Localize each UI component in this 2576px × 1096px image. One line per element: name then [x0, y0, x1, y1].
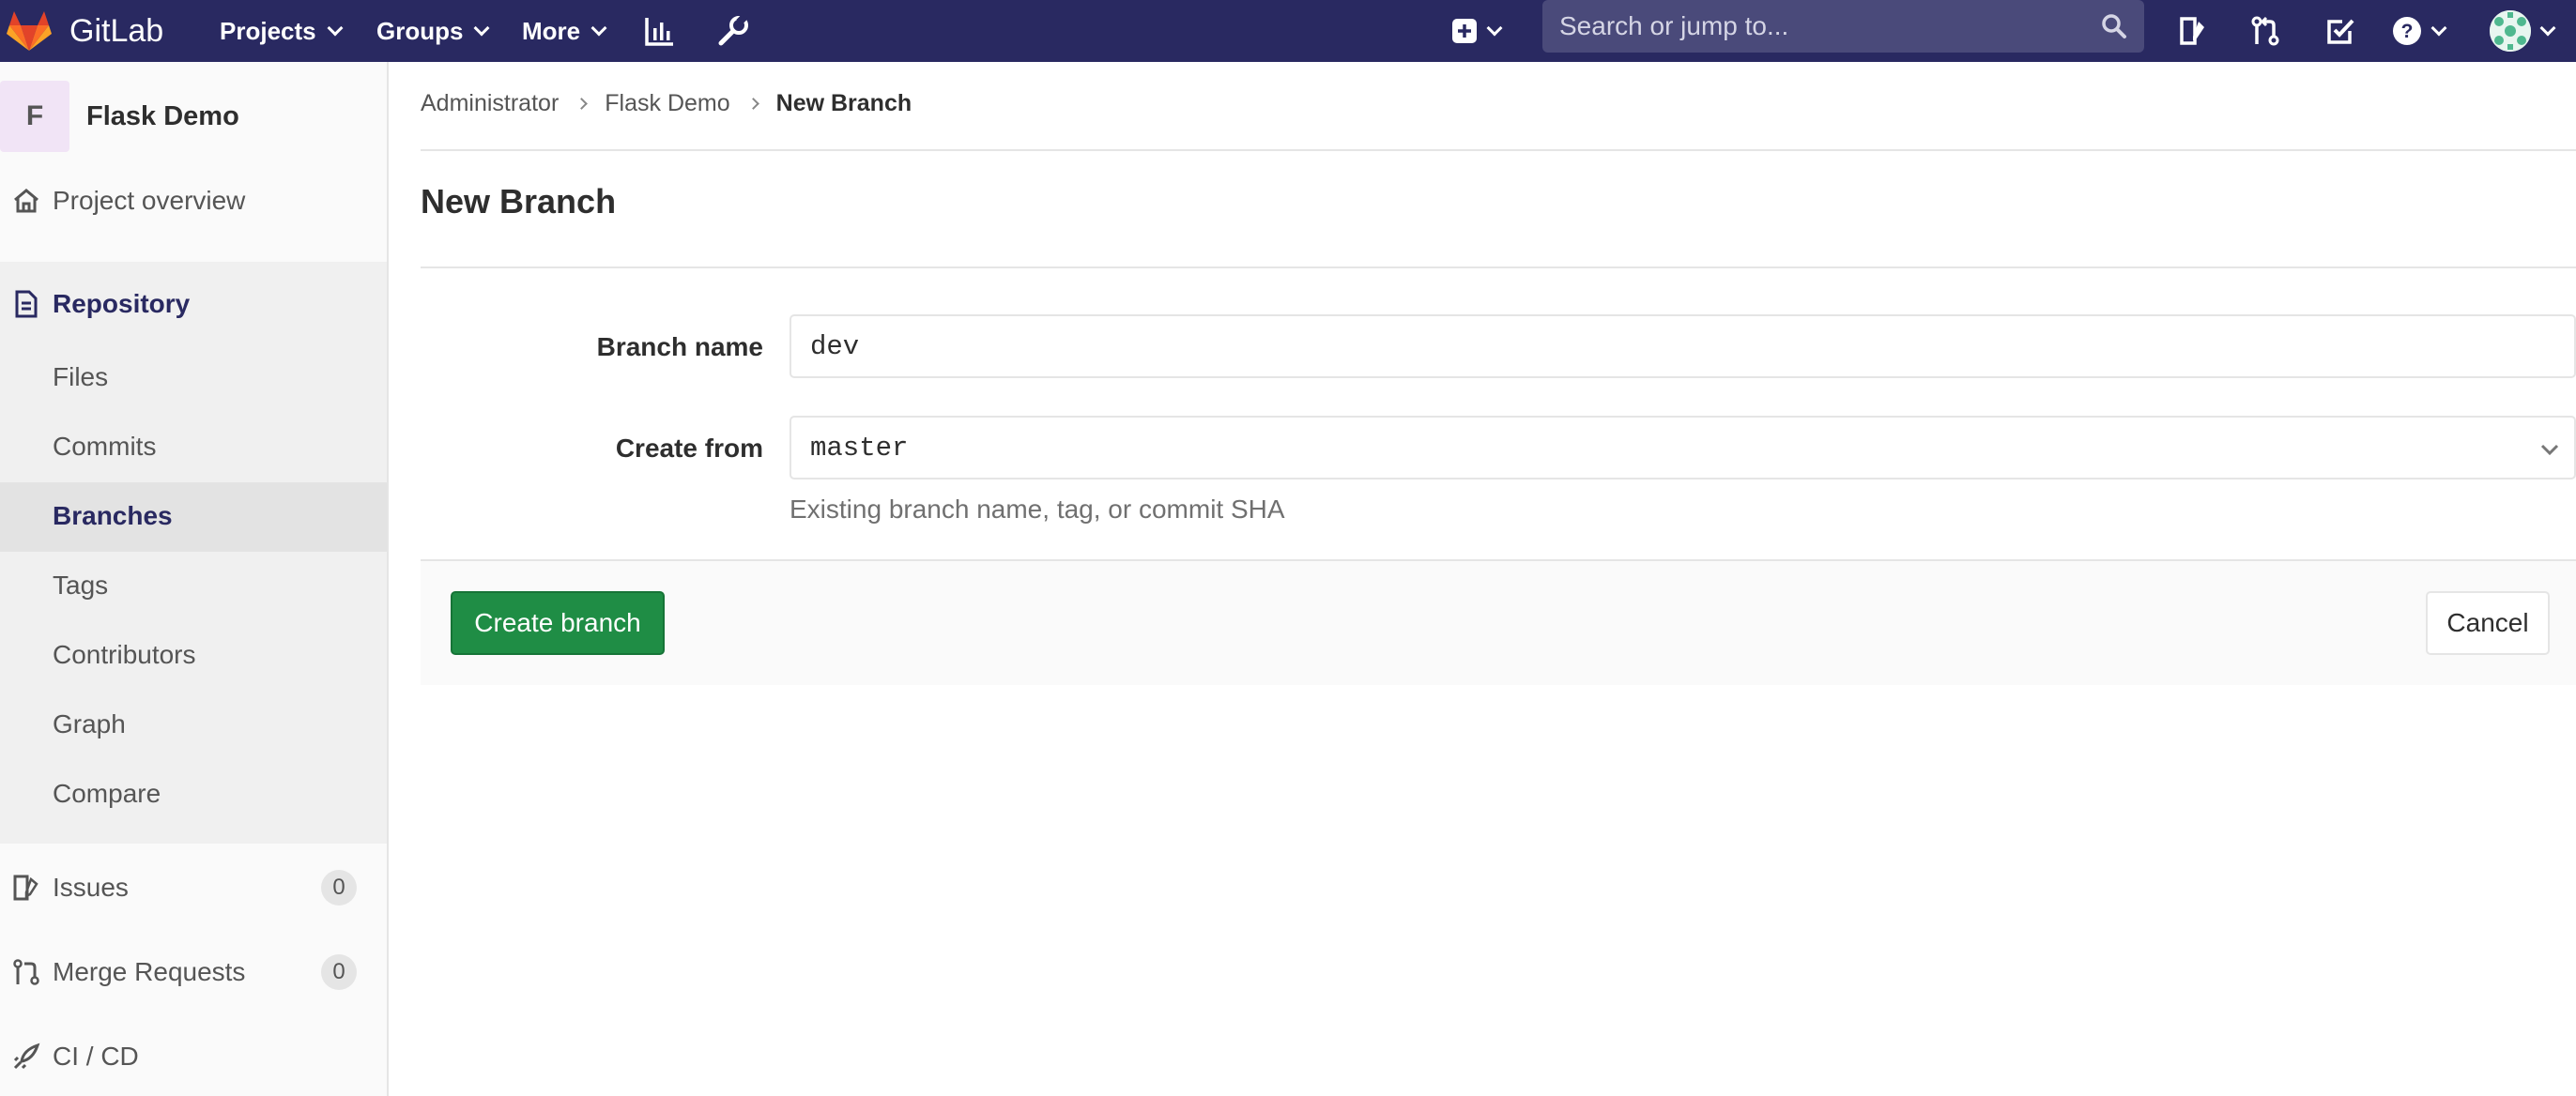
- chevron-down-icon: [1486, 20, 1503, 37]
- create-branch-button[interactable]: Create branch: [451, 591, 665, 655]
- chevron-down-icon: [2430, 20, 2447, 37]
- search-input[interactable]: [1559, 11, 2085, 41]
- create-from-input[interactable]: [810, 432, 2500, 464]
- project-name: Flask Demo: [86, 100, 239, 131]
- sidebar-subitem-compare[interactable]: Compare: [53, 779, 161, 809]
- gitlab-brand-name[interactable]: GitLab: [69, 0, 163, 62]
- chevron-down-icon: [590, 20, 607, 37]
- form-actions: Create branch Cancel: [421, 559, 2576, 685]
- sidebar-item-project-overview[interactable]: Project overview: [0, 175, 387, 227]
- divider: [421, 266, 2576, 268]
- create-from-dropdown[interactable]: [790, 416, 2576, 480]
- divider: [421, 149, 2576, 151]
- merge-request-icon[interactable]: [2246, 0, 2284, 62]
- repository-section: [0, 262, 387, 844]
- nav-groups-label: Groups: [376, 16, 464, 45]
- breadcrumb-current[interactable]: New Branch: [776, 90, 912, 117]
- page-title: New Branch: [421, 182, 617, 221]
- project-sidebar: F Flask Demo Project overview Repository…: [0, 62, 389, 1096]
- sidebar-project-header[interactable]: F Flask Demo: [0, 81, 239, 152]
- breadcrumb-project[interactable]: Flask Demo: [605, 90, 729, 117]
- issues-count-badge: 0: [321, 870, 357, 906]
- help-dropdown[interactable]: ?: [2392, 0, 2447, 62]
- search-icon: [2102, 14, 2126, 38]
- branch-name-label: Branch name: [596, 332, 763, 361]
- main-content: Administrator Flask Demo New Branch New …: [391, 62, 2576, 1096]
- help-icon: ?: [2393, 17, 2421, 45]
- search-field[interactable]: [1542, 0, 2144, 53]
- nav-more-label: More: [522, 16, 581, 45]
- todo-check-icon[interactable]: [2322, 0, 2359, 62]
- home-icon: [0, 187, 53, 215]
- sidebar-item-repository[interactable]: Repository: [0, 278, 387, 330]
- create-from-help-text: Existing branch name, tag, or commit SHA: [790, 495, 1285, 524]
- sidebar-item-label: Project overview: [53, 186, 246, 215]
- gitlab-logo-icon[interactable]: [6, 0, 56, 62]
- nav-projects-label: Projects: [220, 16, 316, 45]
- nav-groups-dropdown[interactable]: Groups: [376, 0, 490, 62]
- wrench-icon[interactable]: [714, 0, 752, 62]
- sidebar-item-issues[interactable]: Issues 0: [0, 861, 387, 914]
- avatar: [2490, 10, 2531, 52]
- sidebar-item-merge-requests[interactable]: Merge Requests 0: [0, 946, 387, 998]
- project-avatar: F: [0, 81, 69, 152]
- sidebar-subitem-contributors[interactable]: Contributors: [53, 640, 196, 670]
- activity-chart-icon[interactable]: [641, 0, 679, 62]
- user-menu-dropdown[interactable]: [2490, 0, 2556, 62]
- sidebar-subitem-branches[interactable]: Branches: [53, 501, 173, 531]
- chevron-right-icon: [575, 98, 589, 110]
- chevron-down-icon: [473, 20, 490, 37]
- breadcrumb: Administrator Flask Demo New Branch: [421, 90, 912, 117]
- nav-projects-dropdown[interactable]: Projects: [220, 0, 344, 62]
- top-navbar: GitLab Projects Groups More ?: [0, 0, 2576, 62]
- sidebar-item-label: Merge Requests: [53, 957, 246, 986]
- rocket-icon: [0, 1043, 53, 1071]
- nav-more-dropdown[interactable]: More: [522, 0, 607, 62]
- sidebar-item-ci-cd[interactable]: CI / CD: [0, 1030, 387, 1083]
- document-icon: [0, 290, 53, 318]
- plus-square-icon: [1452, 19, 1477, 43]
- issues-icon[interactable]: [2174, 0, 2212, 62]
- sidebar-item-label: Issues: [53, 873, 129, 902]
- chevron-down-icon: [2540, 444, 2559, 456]
- chevron-right-icon: [746, 98, 759, 110]
- create-from-label: Create from: [615, 434, 763, 463]
- cancel-button[interactable]: Cancel: [2426, 591, 2550, 655]
- merge-request-icon: [0, 958, 53, 986]
- branch-name-field[interactable]: [790, 314, 2576, 378]
- sidebar-item-label: CI / CD: [53, 1042, 139, 1071]
- branch-name-input[interactable]: [810, 330, 2500, 362]
- chevron-down-icon: [327, 20, 344, 37]
- sidebar-subitem-files[interactable]: Files: [53, 362, 108, 392]
- merge-requests-count-badge: 0: [321, 954, 357, 990]
- breadcrumb-administrator[interactable]: Administrator: [421, 90, 559, 117]
- new-item-dropdown[interactable]: [1451, 0, 1503, 62]
- sidebar-subitem-commits[interactable]: Commits: [53, 432, 156, 462]
- svg-text:?: ?: [2401, 21, 2414, 42]
- sidebar-subitem-graph[interactable]: Graph: [53, 709, 126, 739]
- issues-icon: [0, 874, 53, 902]
- sidebar-item-label: Repository: [53, 289, 191, 318]
- chevron-down-icon: [2539, 20, 2556, 37]
- sidebar-subitem-tags[interactable]: Tags: [53, 571, 108, 601]
